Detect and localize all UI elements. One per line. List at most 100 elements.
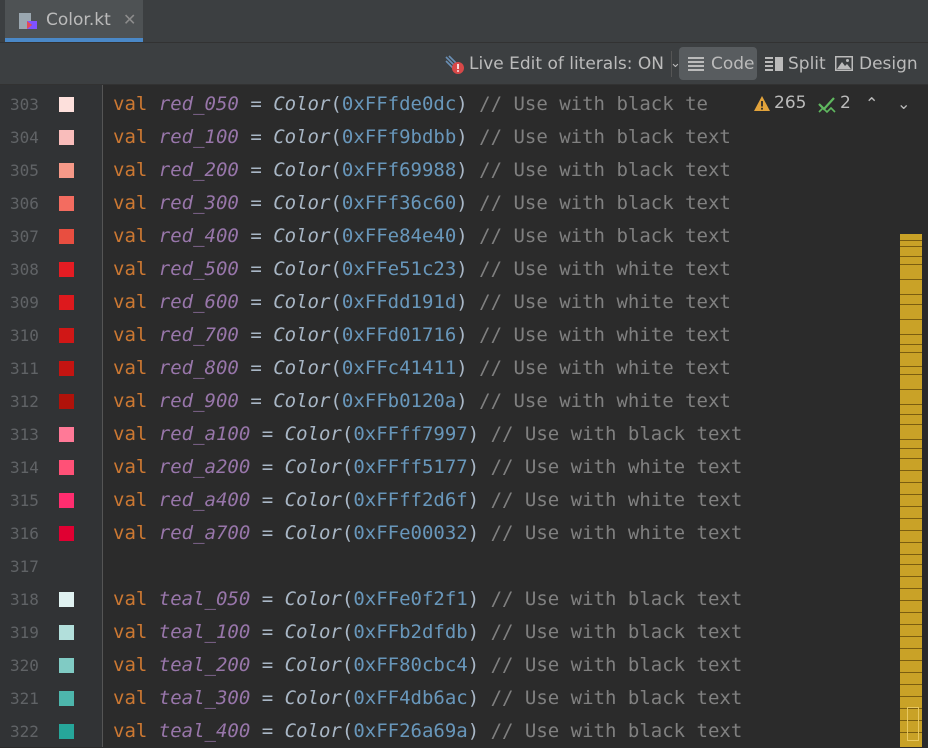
warning-marker[interactable] xyxy=(900,530,922,531)
code-token: val xyxy=(113,522,148,544)
warning-marker[interactable] xyxy=(900,294,922,295)
warning-marker[interactable] xyxy=(900,389,922,390)
color-swatch-icon[interactable] xyxy=(59,295,74,310)
code-line[interactable]: val teal_300 = Color(0xFF4db6ac) // Use … xyxy=(113,682,742,715)
warning-marker[interactable] xyxy=(900,660,922,661)
color-swatch-icon[interactable] xyxy=(59,130,74,145)
warning-marker[interactable] xyxy=(900,366,922,367)
line-number: 307 xyxy=(10,227,39,246)
warning-marker[interactable] xyxy=(900,588,922,589)
color-swatch-icon[interactable] xyxy=(59,526,74,541)
split-view-icon[interactable] xyxy=(765,56,783,71)
warning-marker[interactable] xyxy=(900,246,922,247)
warning-marker[interactable] xyxy=(900,624,922,625)
warning-marker[interactable] xyxy=(900,279,922,280)
warning-marker[interactable] xyxy=(900,344,922,345)
code-line[interactable]: val red_500 = Color(0xFFe51c23) // Use w… xyxy=(113,253,731,286)
code-line[interactable]: val teal_050 = Color(0xFFe0f2f1) // Use … xyxy=(113,583,742,616)
warning-marker[interactable] xyxy=(900,458,922,459)
code-line[interactable]: val red_a700 = Color(0xFFe00032) // Use … xyxy=(113,517,742,550)
color-swatch-icon[interactable] xyxy=(59,394,74,409)
code-token: ( xyxy=(330,324,342,346)
warning-marker[interactable] xyxy=(900,554,922,555)
warning-marker[interactable] xyxy=(900,482,922,483)
error-stripe[interactable] xyxy=(900,234,922,747)
warning-marker[interactable] xyxy=(900,374,922,375)
color-swatch-icon[interactable] xyxy=(59,691,74,706)
color-swatch-icon[interactable] xyxy=(59,262,74,277)
warning-marker[interactable] xyxy=(900,439,922,440)
tab-color-kt[interactable]: Color.kt ✕ xyxy=(5,0,143,42)
line-number: 320 xyxy=(10,656,39,675)
warning-marker[interactable] xyxy=(900,404,922,405)
color-swatch-icon[interactable] xyxy=(59,460,74,475)
inspection-widget[interactable]: 265 2 ⌃ ⌄ xyxy=(740,85,928,125)
warning-marker[interactable] xyxy=(900,672,922,673)
code-token: 0xFF26a69a xyxy=(353,720,468,742)
warning-marker[interactable] xyxy=(900,494,922,495)
code-line[interactable]: val red_a100 = Color(0xFFff7997) // Use … xyxy=(113,418,742,451)
code-token: val xyxy=(113,588,148,610)
color-swatch-icon[interactable] xyxy=(59,229,74,244)
code-token: = xyxy=(250,159,262,181)
color-swatch-icon[interactable] xyxy=(59,196,74,211)
code-line[interactable]: val red_600 = Color(0xFFdd191d) // Use w… xyxy=(113,286,731,319)
code-line[interactable]: val red_900 = Color(0xFFb0120a) // Use w… xyxy=(113,385,731,418)
warning-marker[interactable] xyxy=(900,612,922,613)
code-token: val xyxy=(113,159,148,181)
close-icon[interactable]: ✕ xyxy=(123,10,136,29)
code-line[interactable]: val red_800 = Color(0xFFc41411) // Use w… xyxy=(113,352,731,385)
warning-marker[interactable] xyxy=(900,600,922,601)
warning-marker[interactable] xyxy=(900,470,922,471)
color-swatch-icon[interactable] xyxy=(59,493,74,508)
warning-marker[interactable] xyxy=(900,264,922,265)
live-edit-toggle[interactable]: Live Edit of literals: ON ⌄ xyxy=(443,43,681,84)
color-swatch-icon[interactable] xyxy=(59,328,74,343)
warning-marker[interactable] xyxy=(900,256,922,257)
warning-marker[interactable] xyxy=(900,414,922,415)
warning-marker[interactable] xyxy=(900,240,922,241)
design-view-label[interactable]: Design xyxy=(859,43,918,84)
code-line[interactable]: val red_300 = Color(0xFFf36c60) // Use w… xyxy=(113,187,731,220)
warning-marker[interactable] xyxy=(900,696,922,697)
split-view-label[interactable]: Split xyxy=(788,43,826,84)
color-swatch-icon[interactable] xyxy=(59,97,74,112)
color-swatch-icon[interactable] xyxy=(59,724,74,739)
warning-marker[interactable] xyxy=(900,448,922,449)
code-line[interactable]: val red_200 = Color(0xFFf69988) // Use w… xyxy=(113,154,731,187)
chevron-up-icon[interactable]: ⌃ xyxy=(865,94,878,113)
chevron-down-icon[interactable]: ⌄ xyxy=(897,94,910,113)
code-line[interactable]: val teal_100 = Color(0xFFb2dfdb) // Use … xyxy=(113,616,742,649)
code-line[interactable]: val teal_400 = Color(0xFF26a69a) // Use … xyxy=(113,715,742,748)
code-line[interactable]: val red_050 = Color(0xFFfde0dc) // Use w… xyxy=(113,88,708,121)
warning-marker[interactable] xyxy=(900,506,922,507)
warning-marker[interactable] xyxy=(900,648,922,649)
warning-marker[interactable] xyxy=(900,352,922,353)
color-swatch-icon[interactable] xyxy=(59,361,74,376)
code-line[interactable]: val red_100 = Color(0xFFf9bdbb) // Use w… xyxy=(113,121,731,154)
warning-marker[interactable] xyxy=(900,684,922,685)
code-line[interactable]: val red_a400 = Color(0xFFff2d6f) // Use … xyxy=(113,484,742,517)
warning-marker[interactable] xyxy=(900,518,922,519)
warning-marker[interactable] xyxy=(900,319,922,320)
design-view-icon[interactable] xyxy=(835,56,853,71)
color-swatch-icon[interactable] xyxy=(59,658,74,673)
code-line[interactable]: val red_a200 = Color(0xFFff5177) // Use … xyxy=(113,451,742,484)
warning-marker[interactable] xyxy=(900,542,922,543)
code-token: Color xyxy=(284,423,342,445)
color-swatch-icon[interactable] xyxy=(59,625,74,640)
color-swatch-icon[interactable] xyxy=(59,592,74,607)
color-swatch-icon[interactable] xyxy=(59,427,74,442)
warning-marker[interactable] xyxy=(900,334,922,335)
warning-marker[interactable] xyxy=(900,304,922,305)
code-line[interactable]: val teal_200 = Color(0xFF80cbc4) // Use … xyxy=(113,649,742,682)
warning-marker[interactable] xyxy=(900,636,922,637)
code-view-label[interactable]: Code xyxy=(711,43,755,84)
color-swatch-icon[interactable] xyxy=(59,163,74,178)
warning-marker[interactable] xyxy=(900,576,922,577)
code-line[interactable]: val red_400 = Color(0xFFe84e40) // Use w… xyxy=(113,220,731,253)
scroll-thumb[interactable] xyxy=(907,707,919,741)
warning-marker[interactable] xyxy=(900,424,922,425)
code-line[interactable]: val red_700 = Color(0xFFd01716) // Use w… xyxy=(113,319,731,352)
warning-marker[interactable] xyxy=(900,564,922,565)
